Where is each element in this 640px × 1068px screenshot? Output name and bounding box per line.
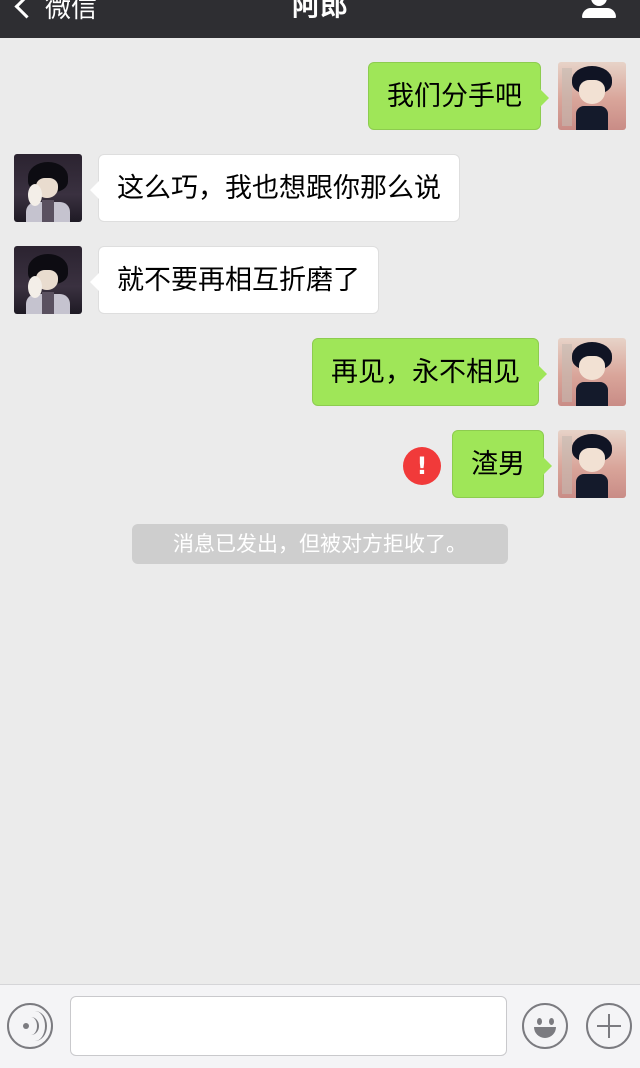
message-text: 再见，永不相见 (331, 357, 520, 388)
message-text: 就不要再相互折磨了 (117, 265, 360, 296)
boy-avatar[interactable] (14, 246, 82, 314)
person-icon[interactable] (582, 0, 616, 20)
emoji-icon[interactable] (522, 1003, 568, 1049)
message-text: 这么巧，我也想跟你那么说 (117, 173, 441, 204)
girl-avatar[interactable] (558, 338, 626, 406)
boy-avatar[interactable] (14, 154, 82, 222)
message-input[interactable] (70, 996, 507, 1056)
message-text: 渣男 (471, 449, 525, 480)
chat-title: 阿郎 (291, 0, 348, 22)
message-bubble-sent[interactable]: 渣男 (452, 430, 552, 498)
girl-avatar[interactable] (558, 62, 626, 130)
girl-avatar[interactable] (558, 430, 626, 498)
message-bubble-received[interactable]: 就不要再相互折磨了 (90, 246, 379, 314)
message-bubble-received[interactable]: 这么巧，我也想跟你那么说 (90, 154, 460, 222)
message-bubble-sent[interactable]: 我们分手吧 (368, 62, 549, 130)
chat-screen: 微信 阿郎 我们分手吧 这么巧，我也想跟你那么说 就不要再相互折磨了 再见，永不… (0, 0, 640, 1068)
input-bar (0, 984, 640, 1068)
message-text: 我们分手吧 (387, 81, 522, 112)
message-bubble-sent[interactable]: 再见，永不相见 (312, 338, 547, 406)
voice-icon[interactable] (7, 1003, 53, 1049)
nav-bar: 微信 阿郎 (0, 0, 640, 38)
plus-icon[interactable] (586, 1003, 632, 1049)
system-notice: 消息已发出，但被对方拒收了。 (132, 524, 508, 564)
send-failed-icon[interactable]: ! (403, 447, 441, 485)
